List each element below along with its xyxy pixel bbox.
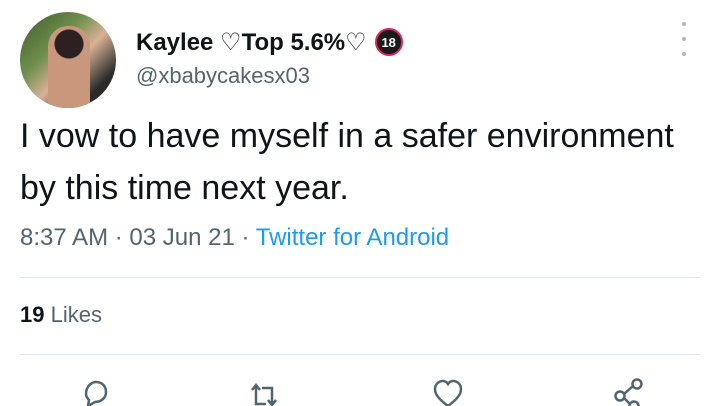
- like-icon[interactable]: [430, 376, 466, 406]
- author-handle[interactable]: @xbabycakesx03: [136, 63, 310, 89]
- meta-separator: ·: [115, 224, 123, 251]
- tweet-time[interactable]: 8:37 AM: [20, 224, 108, 251]
- more-dot: [682, 37, 686, 41]
- share-icon[interactable]: [610, 376, 646, 406]
- divider: [20, 277, 700, 278]
- more-dot: [682, 22, 686, 26]
- likes-label: Likes: [51, 302, 102, 327]
- age-18-badge-icon: 18: [375, 28, 403, 56]
- more-vertical-icon[interactable]: [678, 22, 690, 56]
- author-display-name[interactable]: Kaylee ♡Top 5.6%♡: [136, 28, 367, 57]
- avatar[interactable]: [20, 12, 116, 108]
- reply-icon[interactable]: [76, 376, 112, 406]
- tweet-source-link[interactable]: Twitter for Android: [256, 224, 449, 251]
- avatar-figure: [48, 26, 90, 108]
- tweet-date[interactable]: 03 Jun 21: [129, 224, 234, 251]
- retweet-icon[interactable]: [246, 376, 282, 406]
- likes-stat[interactable]: 19 Likes: [20, 302, 102, 328]
- tweet-text: I vow to have myself in a safer environm…: [20, 110, 700, 214]
- divider: [20, 354, 700, 355]
- tweet-meta: 8:37 AM · 03 Jun 21 · Twitter for Androi…: [20, 224, 449, 252]
- action-bar: [20, 376, 700, 406]
- more-dot: [682, 52, 686, 56]
- author-name-row: Kaylee ♡Top 5.6%♡ 18: [136, 22, 403, 62]
- likes-count: 19: [20, 302, 44, 327]
- meta-separator: ·: [242, 224, 250, 251]
